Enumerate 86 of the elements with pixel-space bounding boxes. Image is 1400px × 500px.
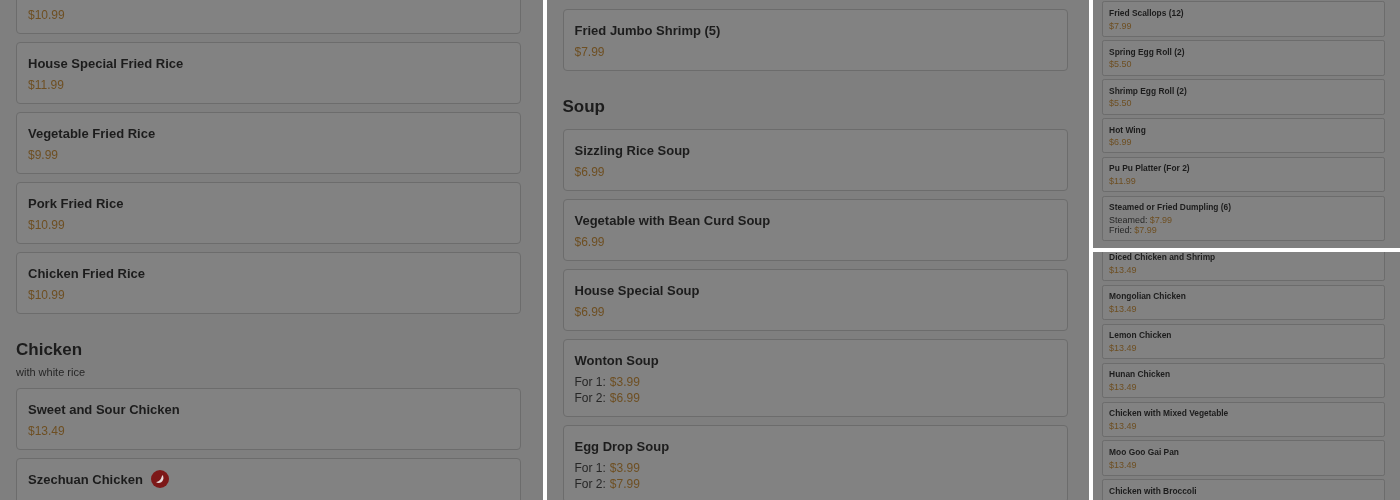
menu-item-card[interactable]: Szechuan Chicken <box>16 458 521 500</box>
menu-item-card[interactable]: Egg Drop Soup For 1: $3.99 For 2: $7.99 <box>562 425 1068 500</box>
item-price: $13.49 <box>1109 343 1137 354</box>
item-price: $3.99 <box>609 460 640 476</box>
item-price: $13.49 <box>1109 421 1137 432</box>
item-price: $11.99 <box>1109 176 1136 187</box>
item-price: $6.99 <box>1109 137 1132 148</box>
item-price: $7.99 <box>574 44 605 60</box>
item-name: Shrimp Egg Roll (2) <box>1109 85 1187 96</box>
item-name: Moo Goo Gai Pan <box>1109 447 1179 458</box>
item-name: Mongolian Chicken <box>1109 291 1186 302</box>
menu-item-card[interactable]: Pork Fried Rice $10.99 <box>16 182 521 244</box>
item-name: House Special Fried Rice <box>28 55 184 71</box>
item-name: Steamed or Fried Dumpling (6) <box>1109 202 1232 213</box>
menu-item-card[interactable]: Chicken with Broccoli <box>1101 479 1385 500</box>
item-name: Spring Egg Roll (2) <box>1109 46 1185 57</box>
item-name: Vegetable Fried Rice <box>28 125 156 141</box>
price-label: For 1: <box>574 460 606 476</box>
menu-item-card[interactable]: Hunan Chicken $13.49 <box>1101 362 1385 399</box>
price-label: For 2: <box>574 476 606 492</box>
item-price: $6.99 <box>574 164 605 180</box>
section-title: Chicken <box>16 340 84 360</box>
menu-item-card[interactable]: Fried Jumbo Shrimp (5) $7.99 <box>562 9 1068 71</box>
menu-item-card[interactable]: Fried Scallops (12) $7.99 <box>1101 1 1385 37</box>
item-name: Chicken Fried Rice <box>28 265 146 281</box>
item-price: $13.49 <box>1109 304 1137 315</box>
item-name: Fried Jumbo Shrimp (5) <box>574 22 721 38</box>
item-name: Sweet and Sour Chicken <box>28 401 180 417</box>
section-subtitle: with white rice <box>16 366 87 378</box>
menu-item-card[interactable]: Diced Chicken and Shrimp $13.49 <box>1101 252 1385 282</box>
price-label: For 1: <box>574 374 606 390</box>
item-name: Szechuan Chicken <box>28 471 143 487</box>
item-name: Wonton Soup <box>574 352 659 368</box>
item-name: Vegetable with Bean Curd Soup <box>574 212 771 228</box>
item-price: $5.50 <box>1109 59 1132 70</box>
item-price: $13.49 <box>1109 459 1137 470</box>
item-name: Fried Scallops (12) <box>1109 7 1184 18</box>
menu-item-card[interactable]: Sweet and Sour Chicken $13.49 <box>16 388 521 450</box>
item-price: $7.99 <box>1109 20 1132 31</box>
item-name: House Special Soup <box>574 282 700 298</box>
item-price: $11.99 <box>28 77 64 93</box>
price-label: Fried: <box>1109 225 1132 236</box>
item-price: $5.50 <box>1109 98 1132 109</box>
menu-item-card[interactable]: Hot Wing $6.99 <box>1101 117 1385 154</box>
menu-item-card[interactable]: Sizzling Rice Soup $6.99 <box>562 129 1068 191</box>
item-price: $13.49 <box>28 423 65 439</box>
menu-item-card[interactable]: Chicken with Mixed Vegetable $13.49 <box>1101 401 1385 438</box>
item-price: $13.49 <box>1109 265 1137 276</box>
item-name: Pork Fried Rice <box>28 195 124 211</box>
menu-item-card[interactable]: Lemon Chicken $13.49 <box>1101 323 1385 360</box>
menu-item-card[interactable]: House Special Soup $6.99 <box>562 269 1068 331</box>
item-price: $7.99 <box>609 476 640 492</box>
item-price: $13.49 <box>1109 382 1137 393</box>
menu-item-card[interactable]: Vegetable Fried Rice $9.99 <box>16 112 521 174</box>
item-name: Hunan Chicken <box>1109 369 1171 380</box>
menu-item-card[interactable]: Pu Pu Platter (For 2) $11.99 <box>1101 156 1385 193</box>
item-price: $9.99 <box>28 147 59 163</box>
item-price: $6.99 <box>574 234 605 250</box>
item-price: $7.99 <box>1134 225 1157 236</box>
price-label: Steamed: <box>1109 215 1148 226</box>
menu-item-card[interactable]: Vegetable with Bean Curd Soup $6.99 <box>562 199 1068 261</box>
item-name: Diced Chicken and Shrimp <box>1109 252 1216 263</box>
item-name: Pu Pu Platter (For 2) <box>1109 163 1190 174</box>
item-price: $7.99 <box>1149 215 1173 226</box>
menu-item-card[interactable]: Shrimp Egg Roll (2) $5.50 <box>1101 78 1385 115</box>
menu-item-card[interactable]: Mongolian Chicken $13.49 <box>1101 284 1385 321</box>
item-name: Egg Drop Soup <box>574 438 670 454</box>
menu-item-card[interactable]: Spring Egg Roll (2) $5.50 <box>1101 40 1385 76</box>
item-name: Chicken with Broccoli <box>1109 486 1197 496</box>
section-title: Soup <box>562 97 606 117</box>
item-price: $10.99 <box>28 7 65 23</box>
item-price: $6.99 <box>574 304 605 320</box>
item-name: Sizzling Rice Soup <box>574 142 691 158</box>
item-name: Hot Wing <box>1109 124 1146 135</box>
menu-item-card[interactable]: Wonton Soup For 1: $3.99 For 2: $6.99 <box>562 339 1068 417</box>
menu-item-card[interactable]: Steamed or Fried Dumpling (6) Steamed: $7.99 Fried: $7.99 <box>1101 195 1385 242</box>
item-price: $6.99 <box>609 390 640 406</box>
item-name: Chicken with Mixed Vegetable <box>1109 408 1229 419</box>
item-price: $10.99 <box>28 217 65 233</box>
item-price: $10.99 <box>28 287 65 303</box>
menu-item-card[interactable]: Chicken Fried Rice $10.99 <box>16 252 521 314</box>
item-name: Lemon Chicken <box>1109 330 1172 341</box>
price-label: For 2: <box>574 390 606 406</box>
item-price: $3.99 <box>609 374 640 390</box>
menu-item-card[interactable]: Moo Goo Gai Pan $13.49 <box>1101 440 1385 476</box>
menu-item-card[interactable]: House Special Fried Rice $11.99 <box>16 42 521 104</box>
